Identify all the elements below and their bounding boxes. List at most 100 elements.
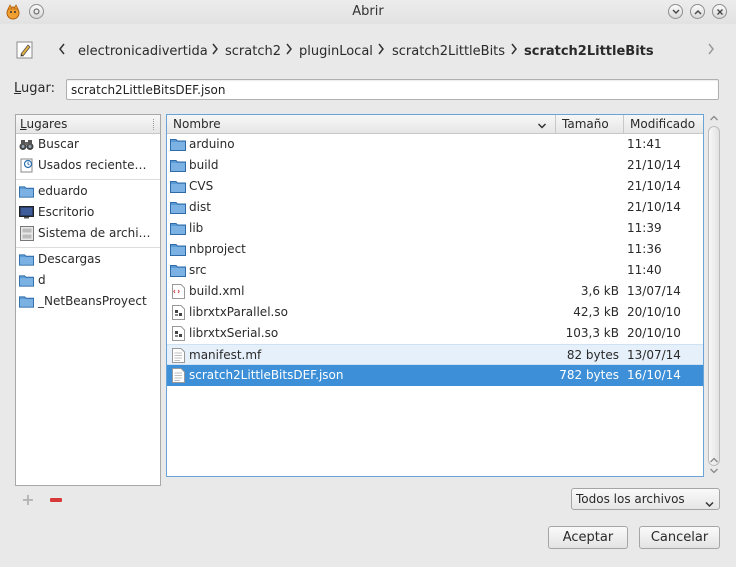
file-name: build [189,158,219,172]
library-file-icon [170,305,186,320]
scroll-down-icon[interactable] [708,467,720,477]
column-header-size[interactable]: Tamaño [555,115,623,134]
breadcrumb-item[interactable]: electronicadivertida [78,43,208,61]
chevron-left-icon[interactable] [58,43,66,61]
folder-icon [170,158,186,173]
scroll-up-icon[interactable] [708,456,720,466]
place-label: Sistema de archi… [38,226,151,240]
file-modified: 16/10/14 [627,368,681,382]
file-row[interactable]: manifest.mf 82 bytes 13/07/14 [167,344,703,365]
file-modified: 20/10/10 [627,326,681,340]
chevron-down-icon [705,495,714,508]
folder-icon [19,294,34,309]
file-row[interactable]: CVS 21/10/14 [167,176,703,197]
place-item-d[interactable]: d [16,270,160,291]
file-row[interactable]: src 11:40 [167,260,703,281]
chevron-down-icon[interactable] [537,120,547,130]
location-label-rest: ugar: [21,81,55,96]
chevron-up-icon[interactable] [690,4,705,19]
folder-icon [19,184,34,199]
file-type-filter[interactable]: Todos los archivos [571,488,720,510]
place-item-desktop[interactable]: Escritorio [16,202,160,223]
file-row[interactable]: nbproject 11:36 [167,239,703,260]
breadcrumb-item-current[interactable]: scratch2LittleBits [524,43,654,61]
binoculars-icon [19,137,34,152]
place-item-recent[interactable]: Usados reciente… [16,155,160,176]
place-label: _NetBeansProyect [38,294,147,308]
file-list-scrollbar[interactable] [706,114,722,478]
filter-value: Todos los archivos [576,492,685,506]
place-label: Usados reciente… [38,158,147,172]
file-name: nbproject [189,242,246,256]
chevron-down-icon[interactable] [668,4,683,19]
file-size: 103,3 kB [565,326,619,340]
remove-place-button[interactable] [50,498,62,502]
file-name: librxtxParallel.so [189,305,288,319]
file-name: CVS [189,179,214,193]
folder-icon [19,252,34,267]
chevron-right-icon [285,43,293,61]
places-header: Lugares [16,115,160,134]
file-row[interactable]: scratch2LittleBitsDEF.json 782 bytes 16/10… [167,365,703,386]
file-list-header: Nombre Tamaño Modificado [167,115,703,134]
column-header-size-label: Tamaño [562,117,609,131]
file-row[interactable]: librxtxParallel.so 42,3 kB 20/10/10 [167,302,703,323]
file-size: 42,3 kB [573,305,619,319]
file-list[interactable]: Nombre Tamaño Modificado arduino 11:41 bui… [166,114,704,477]
breadcrumb-item[interactable]: scratch2LittleBits [392,43,505,61]
breadcrumb: electronicadivertida scratch2 pluginLoca… [0,34,736,68]
text-file-icon [170,348,186,363]
file-modified: 21/10/14 [627,179,681,193]
cancel-button[interactable]: Cancelar [639,526,720,549]
desktop-icon [19,205,34,220]
column-header-modified-label: Modificado [630,117,696,131]
file-modified: 11:39 [627,221,662,235]
filesystem-icon [19,226,34,241]
recent-documents-icon [19,158,34,173]
chevron-right-icon [510,43,518,61]
window-title: Abrir [352,4,384,19]
file-row[interactable]: lib 11:39 [167,218,703,239]
file-name: src [189,263,207,277]
file-row[interactable]: build.xml 3,6 kB 13/07/14 [167,281,703,302]
file-row[interactable]: librxtxSerial.so 103,3 kB 20/10/10 [167,323,703,344]
grip-icon [153,119,156,130]
breadcrumb-item[interactable]: scratch2 [225,43,281,61]
pencil-icon [16,40,34,63]
file-name: scratch2LittleBitsDEF.json [189,368,344,382]
close-icon[interactable] [712,4,727,19]
folder-icon [170,179,186,194]
column-header-modified[interactable]: Modificado [623,115,703,134]
place-item-search[interactable]: Buscar [16,134,160,155]
location-label-mnemonic: L [14,81,22,96]
file-modified: 11:41 [627,137,662,151]
chevron-right-icon[interactable] [707,43,715,61]
file-row[interactable]: dist 21/10/14 [167,197,703,218]
place-item-filesystem[interactable]: Sistema de archi… [16,223,160,244]
title-bar: Abrir [0,0,736,24]
file-row[interactable]: arduino 11:41 [167,134,703,155]
breadcrumb-item[interactable]: pluginLocal [299,43,373,61]
file-modified: 21/10/14 [627,158,681,172]
place-item-netbeans[interactable]: _NetBeansProyect [16,291,160,312]
file-name: dist [189,200,211,214]
location-label: Lugar: [14,81,55,96]
place-item-home[interactable]: eduardo [16,181,160,202]
file-size: 82 bytes [566,348,619,362]
places-divider [16,244,160,248]
place-label: d [38,273,46,287]
accept-button[interactable]: Aceptar [548,526,628,549]
place-item-downloads[interactable]: Descargas [16,249,160,270]
column-header-name-label: Nombre [173,117,221,131]
file-rows: arduino 11:41 build 21/10/14 CVS 21/10/14 dist… [167,134,703,386]
add-place-button[interactable]: + [21,492,35,508]
scrollbar-thumb[interactable] [708,126,720,466]
file-name: librxtxSerial.so [189,326,279,340]
column-header-name[interactable]: Nombre [167,115,555,134]
scroll-up-icon[interactable] [708,114,720,124]
location-input[interactable] [66,79,719,100]
text-file-icon [170,368,186,383]
file-row[interactable]: build 21/10/14 [167,155,703,176]
file-modified: 11:36 [627,242,662,256]
edit-location-button[interactable] [14,38,36,64]
